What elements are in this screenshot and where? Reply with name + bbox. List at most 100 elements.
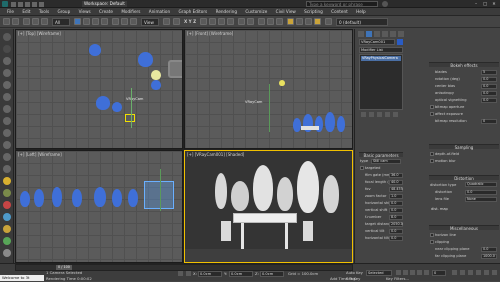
play-icon[interactable] [410,270,415,275]
param-checkbox[interactable] [430,240,434,244]
shape-icon[interactable] [3,153,11,161]
z-coordinate-field[interactable]: 0.0cm [260,271,284,277]
tree-shaded[interactable] [277,177,293,211]
region-select-icon[interactable] [92,18,99,25]
tree-shaded[interactable] [297,161,319,213]
viewport-left[interactable]: [+] [Left] [Wireframe] [15,150,183,263]
new-file-icon[interactable] [11,1,16,7]
menu-graph-editors[interactable]: Graph Editors [178,8,207,16]
current-frame-field[interactable]: 0 [432,270,446,276]
open-file-icon[interactable] [18,1,23,7]
previous-frame-icon[interactable] [403,270,408,275]
move-icon[interactable] [112,18,119,25]
utilities-tab-icon[interactable] [398,31,404,37]
object-color-swatch[interactable] [397,39,403,45]
tree-shaded[interactable] [323,175,339,213]
menu-scripting[interactable]: Scripting [304,8,323,16]
tree-object[interactable] [112,189,122,207]
param-spinner[interactable]: 36.0 [389,173,403,178]
param-spinner[interactable]: 0.0 [389,201,403,206]
render-icon[interactable] [3,165,11,173]
sun-helper-icon[interactable] [168,60,182,78]
menu-tools[interactable]: Tools [39,8,49,16]
camera-object[interactable] [125,114,135,122]
configure-sets-icon[interactable] [393,112,398,117]
tree-shaded[interactable] [231,181,249,211]
param-spinner[interactable]: 1000.0 [481,254,497,259]
snap-toggle-icon[interactable] [200,18,207,25]
tree-object[interactable] [89,44,101,56]
tree-object[interactable] [151,80,161,90]
select-object-icon[interactable] [74,18,81,25]
modifier-list-dropdown[interactable]: Modifier List [359,47,403,53]
display-tab-icon[interactable] [390,31,396,37]
basic-parameters-rollout[interactable]: Basic parameters [359,152,403,158]
object-paint-icon[interactable] [3,69,11,77]
tree-object[interactable] [337,116,345,132]
tree-object[interactable] [112,102,122,112]
param-checkbox[interactable] [430,112,434,116]
sampling-rollout[interactable]: Sampling [429,144,499,150]
vray-light-icon[interactable] [3,213,11,221]
param-spinner[interactable]: 48.455 [389,187,403,192]
viewport-camera[interactable]: [+] [VRayCam001] [Shaded] [184,150,353,263]
schematic-view-icon[interactable] [276,18,283,25]
space-warp-icon[interactable] [3,117,11,125]
menu-modifiers[interactable]: Modifiers [121,8,140,16]
lock-selection-icon[interactable] [178,271,183,276]
container-icon[interactable] [3,33,11,41]
param-spinner[interactable]: 0 [481,119,497,124]
object-name-field[interactable]: VRayCam001 [359,39,395,45]
render-production-icon[interactable] [314,18,321,25]
param-spinner[interactable]: 0.0 [389,236,403,241]
zoom-icon[interactable] [452,270,457,275]
layer-dropdown[interactable]: 0 (default) [336,18,388,26]
absolute-mode-icon[interactable] [186,271,191,276]
layer-explorer-icon[interactable] [258,18,265,25]
tree-object[interactable] [293,118,301,132]
param-spinner[interactable]: 1.0 [389,194,403,199]
material-editor-icon[interactable] [287,18,294,25]
system-icon[interactable] [3,129,11,137]
menu-content[interactable]: Content [331,8,348,16]
param-spinner[interactable]: 0.0 [389,229,403,234]
param-spinner[interactable]: None [465,197,497,202]
viewport-label-camera[interactable]: [+] [VRayCam001] [Shaded] [187,152,244,157]
remove-modifier-icon[interactable] [385,112,390,117]
link-icon[interactable] [23,18,30,25]
camera-type-dropdown[interactable]: Still cam [371,159,401,164]
key-filters-button[interactable]: Key Filters... [386,276,409,282]
motion-tab-icon[interactable] [382,31,388,37]
menu-create[interactable]: Create [99,8,113,16]
table-top[interactable] [233,213,297,223]
light-icon[interactable] [3,81,11,89]
param-spinner[interactable]: 5 [481,70,497,75]
menu-edit[interactable]: Edit [22,8,30,16]
tree-object[interactable] [94,187,106,207]
percent-snap-icon[interactable] [218,18,225,25]
bind-space-warp-icon[interactable] [41,18,48,25]
rotate-icon[interactable] [121,18,128,25]
window-crossing-icon[interactable] [101,18,108,25]
chair-object[interactable] [221,221,231,241]
selected-objects-box[interactable] [144,181,174,209]
param-spinner[interactable]: 8.0 [389,215,403,220]
selection-filter-dropdown[interactable]: All [52,18,70,26]
zoom-extents-icon[interactable] [468,270,473,275]
camera-icon[interactable] [3,93,11,101]
tree-shaded[interactable] [253,165,273,211]
curve-editor-icon[interactable] [267,18,274,25]
pin-stack-icon[interactable] [361,112,366,117]
param-spinner[interactable]: 0.0 [389,208,403,213]
param-checkbox[interactable] [430,152,434,156]
undo-icon[interactable] [32,1,37,7]
minimize-button[interactable]: – [472,1,480,7]
sun-icon[interactable] [3,177,11,185]
viewport-top[interactable]: [+] [Top] [Wireframe] VRayCam [15,29,183,149]
table-object[interactable] [301,126,319,130]
viewport-label-left[interactable]: [+] [Left] [Wireframe] [18,152,62,157]
tree-object[interactable] [20,191,30,207]
make-unique-icon[interactable] [377,112,382,117]
proxy-icon[interactable] [3,201,11,209]
app-logo-icon[interactable] [2,1,8,7]
